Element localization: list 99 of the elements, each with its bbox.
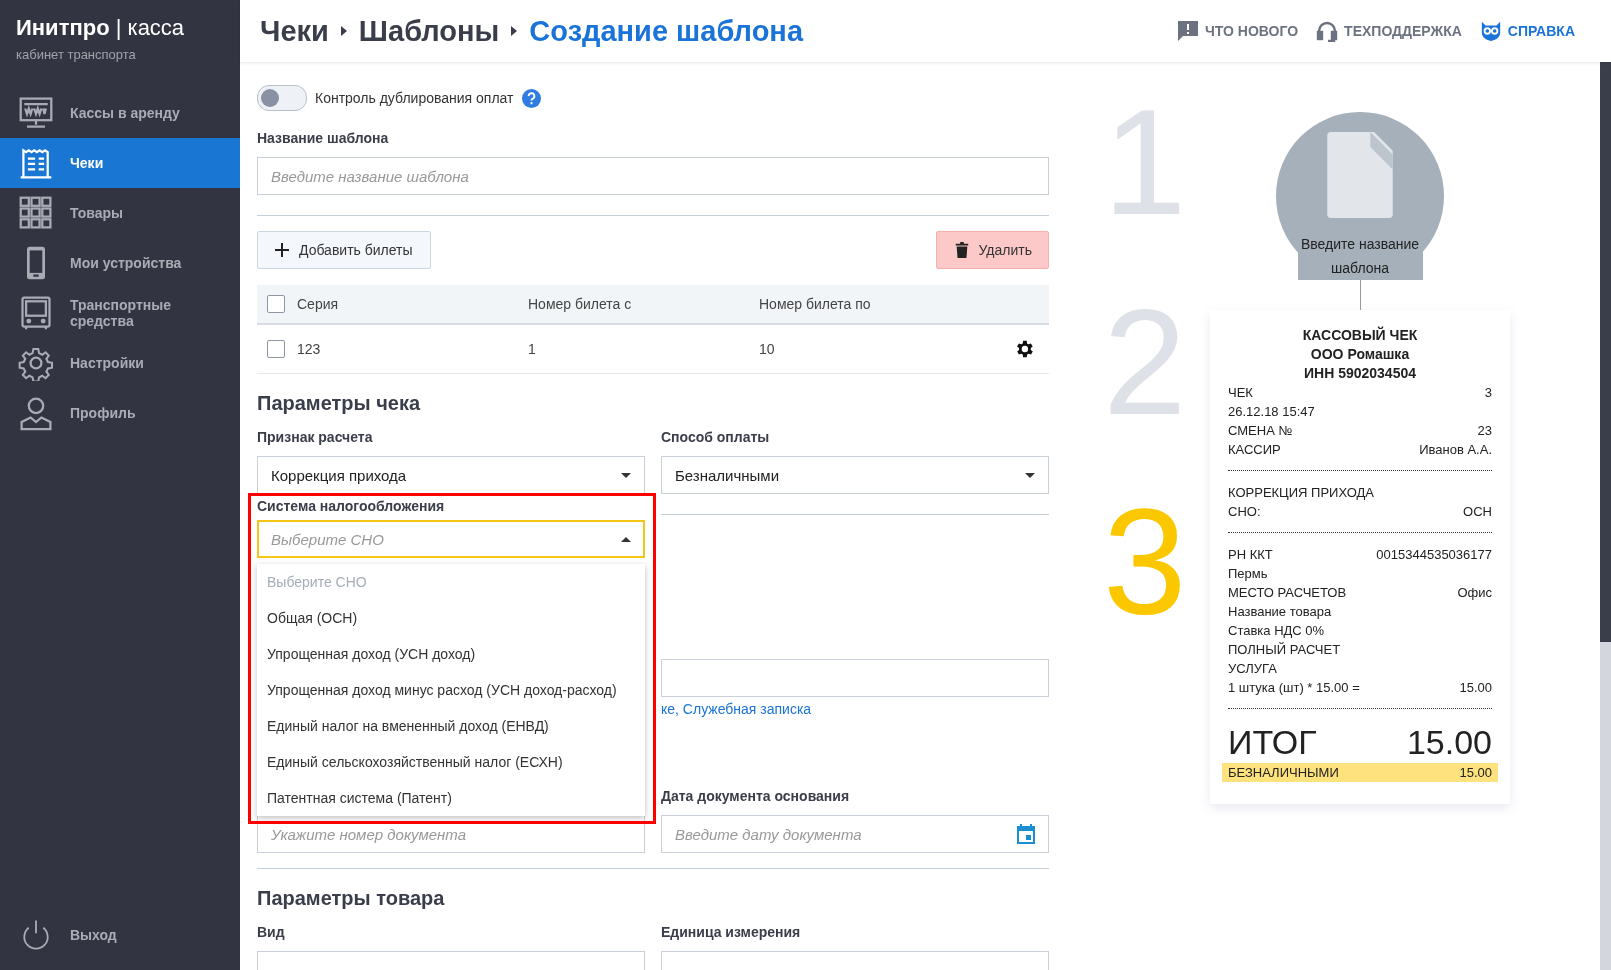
step-number: 3 (1103, 477, 1187, 648)
sidebar-item[interactable]: Товары (0, 188, 240, 238)
column-header: Серия (297, 296, 340, 312)
logout-link[interactable]: Выход (0, 910, 240, 960)
receipt-value: Иванов А.А. (1419, 441, 1492, 459)
toggle-label: Контроль дублирования оплат (315, 90, 514, 106)
receipt-icon (18, 145, 54, 181)
receipt-value: Офис (1457, 584, 1492, 602)
column-header: Номер билета по (759, 296, 872, 312)
breadcrumb-link[interactable]: Шаблоны (358, 14, 500, 48)
caret-icon (621, 536, 631, 542)
brand-subtitle: кабинет транспорта (16, 47, 137, 62)
document-link[interactable]: Служебная записка (682, 701, 812, 717)
receipt-text: Пермь (1228, 565, 1268, 583)
receipt-heading: КАССОВЫЙ ЧЕК (1301, 326, 1419, 345)
dropdown-option[interactable]: Общая (ОСН) (257, 600, 645, 636)
field-label: Способ оплаты (661, 429, 771, 445)
checkbox[interactable] (267, 295, 285, 313)
section-heading: Параметры товара (257, 887, 446, 910)
receipt-value: 0015344535036177 (1376, 546, 1492, 564)
hint-text: ке, (661, 701, 679, 717)
dropdown-option[interactable]: Упрощенная доход (УСН доход) (257, 636, 645, 672)
chevron-icon (511, 26, 518, 36)
sidebar-item[interactable]: Профиль (0, 388, 240, 438)
receipt-text: Ставка НДС 0% (1228, 622, 1325, 640)
chevron-icon (340, 26, 347, 36)
person-icon (18, 395, 54, 431)
receipt-value: 3 (1484, 384, 1492, 402)
headset-icon (1316, 20, 1339, 42)
grid-icon (18, 195, 54, 231)
payment-select[interactable]: Безналичными (661, 456, 1049, 494)
checkbox[interactable] (267, 340, 285, 358)
receipt-text: ЧЕК (1228, 384, 1253, 402)
receipt-total-label: ИТОГ (1228, 722, 1317, 763)
calendar-icon (1017, 824, 1035, 844)
message-icon (1176, 20, 1199, 42)
calc-sign-select[interactable]: Коррекция прихода (257, 456, 645, 494)
monitor-icon (18, 95, 54, 131)
receipt-value: 15.00 (1459, 679, 1492, 697)
add-tickets-button[interactable]: Добавить билеты (257, 231, 431, 269)
sidebar-item[interactable]: Кассы в аренду (0, 88, 240, 138)
header-link[interactable]: ТЕХПОДДЕРЖКА (1316, 20, 1462, 42)
trash-icon (954, 242, 969, 258)
field-label: Признак расчета (257, 429, 374, 445)
field-label: Дата документа основания (661, 788, 851, 804)
table-cell-text: 123 (297, 341, 322, 357)
tax-select[interactable]: Выберите СНО (257, 520, 645, 558)
payment-highlight: БЕЗНАЛИЧНЫМИ 15.00 (1222, 763, 1498, 782)
receipt-value: 23 (1477, 422, 1492, 440)
dropdown-option[interactable]: Единый сельскохозяйственный налог (ЕСХН) (257, 744, 645, 780)
receipt-text: СМЕНА № (1228, 422, 1293, 440)
receipt-text: 26.12.18 15:47 (1228, 403, 1315, 421)
dropdown-option[interactable]: Патентная система (Патент) (257, 780, 645, 816)
receipt-total-value: 15.00 (1406, 722, 1492, 763)
receipt-text: Название товара (1228, 603, 1332, 621)
header-link[interactable]: ЧТО НОВОГО (1176, 20, 1299, 42)
breadcrumb-link[interactable]: Чеки (260, 14, 329, 48)
receipt-text: УСЛУГА (1228, 660, 1277, 678)
dropdown-option[interactable]: Единый налог на вмененный доход (ЕНВД) (257, 708, 645, 744)
receipt-text: МЕСТО РАСЧЕТОВ (1228, 584, 1347, 602)
breadcrumb-link[interactable]: Создание шаблона (529, 14, 803, 48)
receipt-heading: ИНН 5902034504 (1302, 364, 1417, 383)
field-label: Название шаблона (257, 130, 390, 146)
receipt-text: КАССИР (1228, 441, 1281, 459)
field-label: Система налогообложения (257, 498, 446, 514)
column-header: Номер билета с (528, 296, 633, 312)
sidebar-item[interactable]: Настройки (0, 338, 240, 388)
sidebar-item[interactable]: Транспортные средства (0, 288, 240, 338)
delete-button[interactable]: Удалить (935, 231, 1049, 269)
sidebar-item[interactable]: Мои устройства (0, 238, 240, 288)
settings-icon (18, 345, 54, 381)
header-link[interactable]: СПРАВКА (1479, 20, 1575, 42)
bus-icon (18, 295, 54, 331)
owl-icon (1479, 20, 1502, 42)
field-label: Единица измерения (661, 924, 802, 940)
receipt-text: 1 штука (шт) * 15.00 = (1228, 679, 1360, 697)
receipt-text: СНО: (1228, 503, 1261, 521)
caret-icon (1025, 472, 1035, 478)
section-heading: Параметры чека (257, 392, 422, 415)
receipt-value: ОСН (1463, 503, 1492, 521)
receipt-heading: ООО Ромашка (1309, 345, 1411, 364)
table-cell-text: 1 (528, 341, 537, 357)
scrollbar-thumb[interactable] (1600, 62, 1611, 642)
plus-icon (275, 242, 289, 258)
help-icon[interactable] (521, 88, 541, 108)
document-icon (1326, 132, 1394, 218)
input-field[interactable] (661, 659, 1049, 697)
receipt-text: ПОЛНЫЙ РАСЧЕТ (1228, 641, 1341, 659)
sidebar-item[interactable]: Чеки (0, 138, 240, 188)
table-cell-text: 10 (759, 341, 776, 357)
dropdown-option[interactable]: Упрощенная доход минус расход (УСН доход-расход) (257, 672, 645, 708)
brand-logo: Инитпро | касса (16, 15, 186, 41)
template-name-field[interactable]: Введите название шаблона (257, 157, 1049, 195)
field-label: Вид (257, 924, 286, 940)
receipt-text: КОРРЕКЦИЯ ПРИХОДА (1228, 484, 1374, 502)
receipt-text: РН ККТ (1228, 546, 1273, 564)
toggle-switch[interactable] (257, 85, 307, 111)
document-date-field[interactable]: Введите дату документа (661, 815, 1049, 853)
caret-icon (621, 472, 631, 478)
